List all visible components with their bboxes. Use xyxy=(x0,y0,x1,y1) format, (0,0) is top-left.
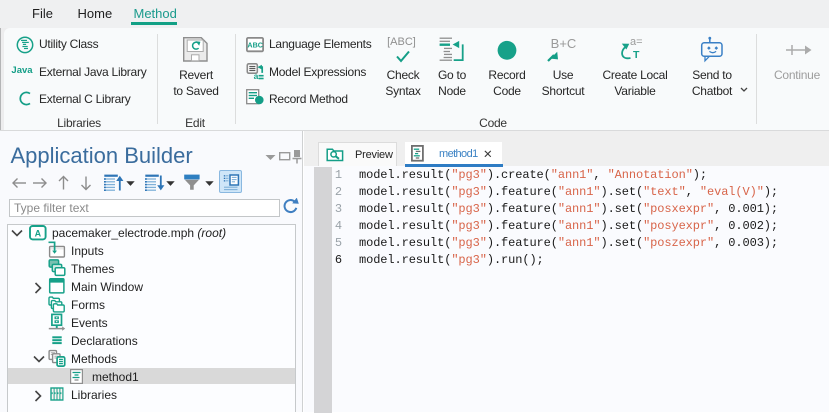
svg-text:ABC: ABC xyxy=(247,41,263,50)
svg-text:a: a xyxy=(254,71,259,81)
svg-text:A: A xyxy=(35,228,42,238)
svg-text:T: T xyxy=(633,49,640,61)
